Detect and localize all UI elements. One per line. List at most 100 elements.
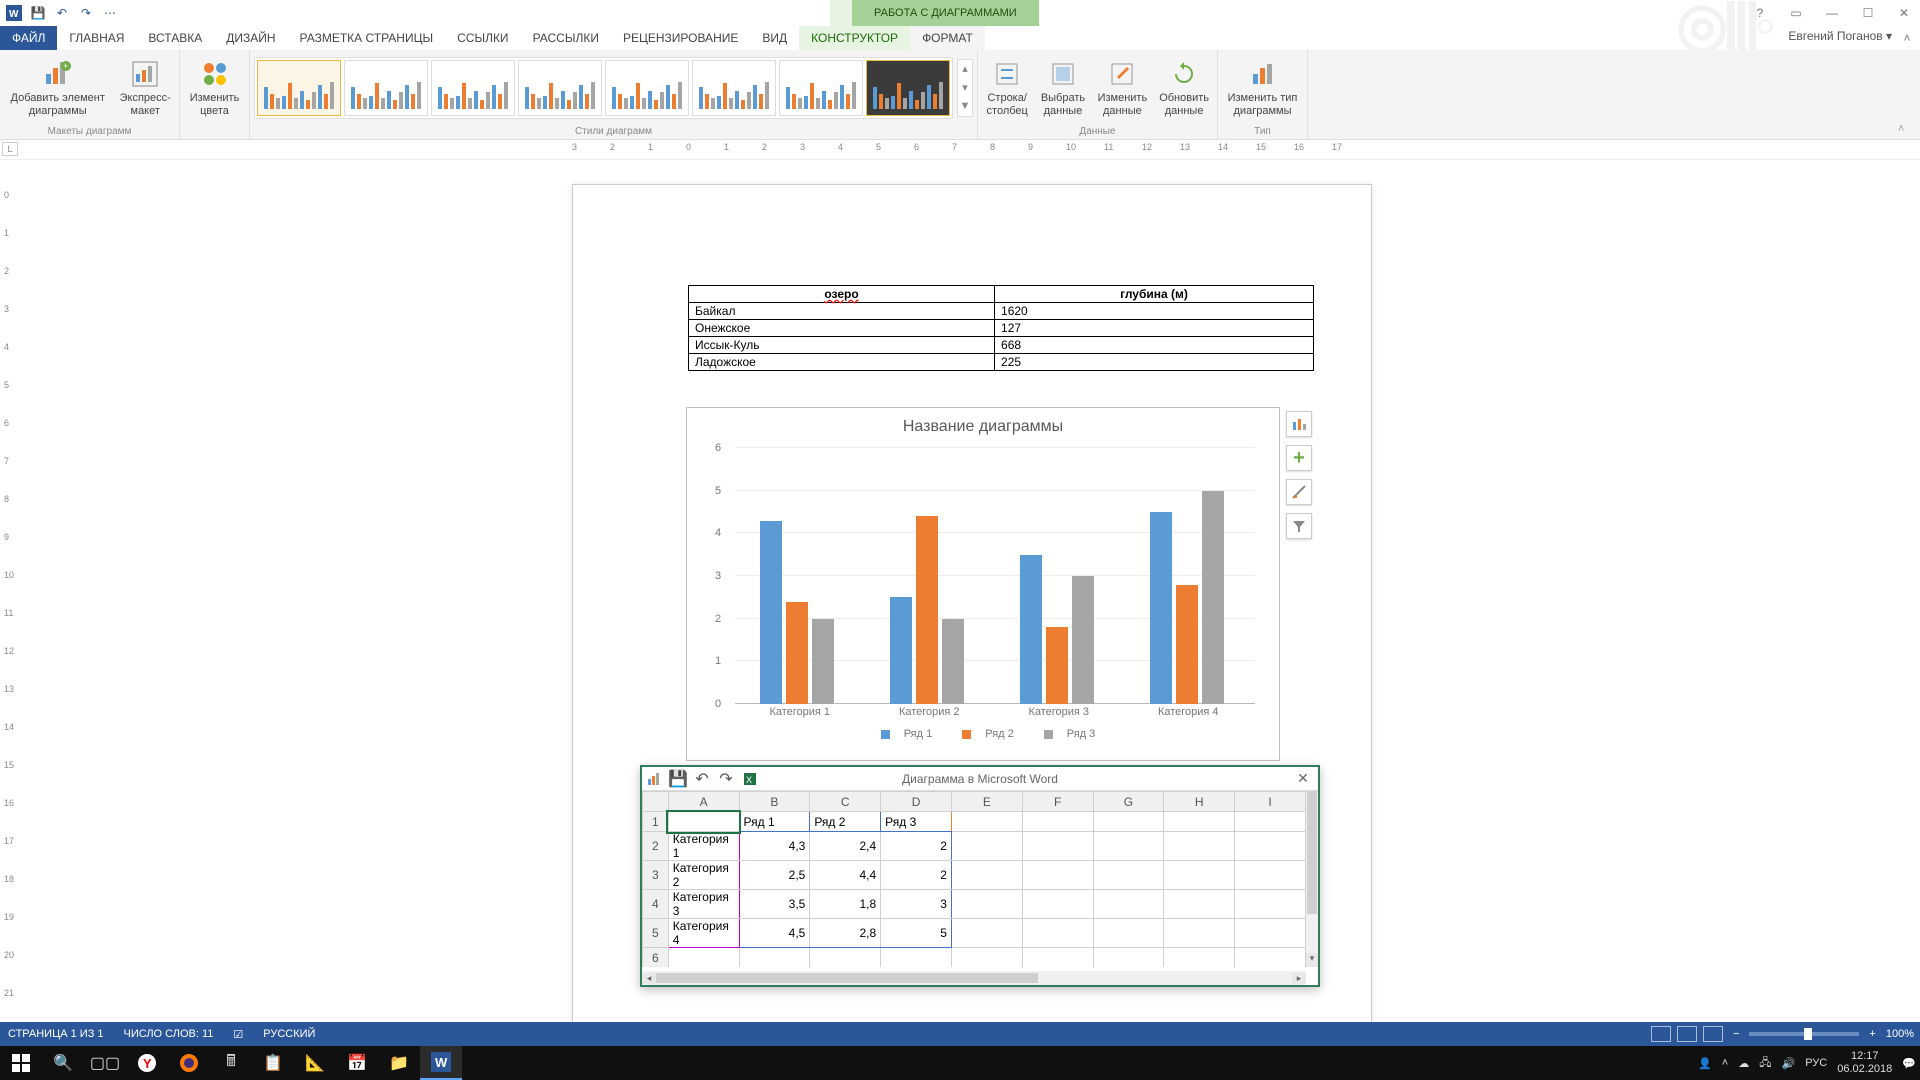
horizontal-ruler[interactable]: 32101234567891011121314151617: [572, 140, 1372, 160]
excel-open-icon[interactable]: X: [738, 768, 762, 790]
switch-row-col-button[interactable]: Строка/столбец: [982, 56, 1032, 118]
maximize-icon[interactable]: ☐: [1854, 2, 1882, 24]
chart-elements-button[interactable]: +: [1286, 445, 1312, 471]
tray-lang[interactable]: РУС: [1805, 1057, 1827, 1069]
view-print-icon[interactable]: [1677, 1026, 1697, 1042]
edit-data-button[interactable]: Изменить данные: [1094, 56, 1152, 118]
vertical-ruler[interactable]: 012345678910111213141516171819202122: [2, 160, 18, 1048]
chart-style-2[interactable]: [344, 60, 428, 116]
table-row[interactable]: Иссык-Куль668: [689, 337, 1314, 354]
search-icon[interactable]: 🔍: [42, 1046, 84, 1080]
start-button[interactable]: [0, 1046, 42, 1080]
select-data-button[interactable]: Выбрать данные: [1036, 56, 1089, 118]
table-row[interactable]: Онежское127: [689, 320, 1314, 337]
excel-save-icon[interactable]: 💾: [666, 768, 690, 790]
bar[interactable]: [1202, 491, 1224, 704]
tab-insert[interactable]: ВСТАВКА: [136, 26, 214, 50]
save-icon[interactable]: 💾: [28, 3, 48, 23]
calendar-icon[interactable]: 📅: [336, 1046, 378, 1080]
task-view-icon[interactable]: ▢▢: [84, 1046, 126, 1080]
sheet-row[interactable]: 3Категория 22,54,42: [643, 861, 1306, 890]
tab-layout[interactable]: РАЗМЕТКА СТРАНИЦЫ: [288, 26, 446, 50]
add-chart-element-button[interactable]: + Добавить элемент диаграммы: [4, 56, 111, 118]
status-language[interactable]: РУССКИЙ: [263, 1028, 315, 1040]
status-page[interactable]: СТРАНИЦА 1 ИЗ 1: [8, 1028, 104, 1040]
tray-network-icon[interactable]: 🖧: [1759, 1054, 1771, 1073]
yandex-browser-icon[interactable]: Y: [126, 1046, 168, 1080]
excel-hscroll[interactable]: ◂▸: [642, 971, 1306, 985]
qat-customize-icon[interactable]: ⋯: [100, 3, 120, 23]
gallery-more-icon[interactable]: ▼: [958, 97, 972, 116]
chart-style-7[interactable]: [779, 60, 863, 116]
chart-layout-options-button[interactable]: [1286, 411, 1312, 437]
chart-styles-button[interactable]: [1286, 479, 1312, 505]
excel-close-icon[interactable]: ✕: [1292, 770, 1314, 787]
tab-view[interactable]: ВИД: [750, 26, 799, 50]
word-taskbar-icon[interactable]: W: [420, 1046, 462, 1080]
status-words[interactable]: ЧИСЛО СЛОВ: 11: [124, 1028, 214, 1040]
bar[interactable]: [786, 602, 808, 704]
change-chart-type-button[interactable]: Изменить тип диаграммы: [1222, 56, 1303, 118]
tab-home[interactable]: ГЛАВНАЯ: [57, 26, 136, 50]
tab-references[interactable]: ССЫЛКИ: [445, 26, 520, 50]
sheet-row[interactable]: 4Категория 33,51,83: [643, 890, 1306, 919]
bar[interactable]: [890, 597, 912, 704]
quick-layout-button[interactable]: Экспресс-макет: [115, 56, 175, 118]
chart-title[interactable]: Название диаграммы: [687, 408, 1279, 440]
sheet-row[interactable]: 2Категория 14,32,42: [643, 832, 1306, 861]
chart-style-6[interactable]: [692, 60, 776, 116]
bar[interactable]: [1072, 576, 1094, 704]
sheet-row[interactable]: 5Категория 44,52,85: [643, 919, 1306, 948]
tray-volume-icon[interactable]: 🔊: [1782, 1057, 1796, 1070]
excel-chart-icon[interactable]: [642, 768, 666, 790]
app-icon-2[interactable]: 📐: [294, 1046, 336, 1080]
help-icon[interactable]: ?: [1746, 2, 1774, 24]
view-read-icon[interactable]: [1651, 1026, 1671, 1042]
chart-style-4[interactable]: [518, 60, 602, 116]
view-web-icon[interactable]: [1703, 1026, 1723, 1042]
explorer-icon[interactable]: 📁: [378, 1046, 420, 1080]
bar[interactable]: [1176, 585, 1198, 704]
excel-sheet[interactable]: ABCDEFGHI1Ряд 1Ряд 2Ряд 32Категория 14,3…: [642, 791, 1306, 967]
tray-onedrive-icon[interactable]: ☁: [1738, 1057, 1749, 1070]
gallery-up-icon[interactable]: ▴: [958, 60, 972, 79]
app-icon-1[interactable]: 📋: [252, 1046, 294, 1080]
tab-chart-format[interactable]: ФОРМАТ: [910, 26, 985, 50]
lakes-table[interactable]: озероглубина (м) Байкал1620Онежское127Ис…: [688, 285, 1314, 371]
calculator-icon[interactable]: 🖩: [210, 1046, 252, 1080]
chart-plot-area[interactable]: [735, 448, 1255, 704]
chart-legend[interactable]: Ряд 1Ряд 2Ряд 3: [687, 728, 1279, 742]
tab-design[interactable]: ДИЗАЙН: [214, 26, 287, 50]
chart-filters-button[interactable]: [1286, 513, 1312, 539]
tab-mailings[interactable]: РАССЫЛКИ: [521, 26, 611, 50]
zoom-out-icon[interactable]: −: [1733, 1028, 1739, 1040]
tab-selector[interactable]: L: [2, 142, 18, 156]
zoom-slider[interactable]: [1749, 1032, 1859, 1036]
change-colors-button[interactable]: Изменить цвета: [184, 56, 245, 118]
tray-clock[interactable]: 12:17 06.02.2018: [1837, 1050, 1892, 1075]
minimize-icon[interactable]: —: [1818, 2, 1846, 24]
undo-icon[interactable]: ↶: [52, 3, 72, 23]
refresh-data-button[interactable]: Обновить данные: [1155, 56, 1213, 118]
tab-file[interactable]: ФАЙЛ: [0, 26, 57, 50]
user-name[interactable]: Евгений Поганов ▾: [1788, 29, 1892, 43]
tab-review[interactable]: РЕЦЕНЗИРОВАНИЕ: [611, 26, 750, 50]
tray-notifications-icon[interactable]: 💬: [1902, 1057, 1916, 1070]
ribbon-display-icon[interactable]: ▭: [1782, 2, 1810, 24]
zoom-in-icon[interactable]: +: [1869, 1028, 1875, 1040]
ribbon-pin-icon[interactable]: ˄: [1898, 123, 1916, 137]
bar[interactable]: [916, 516, 938, 704]
collapse-ribbon-icon[interactable]: ˄: [1898, 29, 1916, 47]
redo-icon[interactable]: ↷: [76, 3, 96, 23]
chart-object[interactable]: Название диаграммы Категория 1Категория …: [686, 407, 1280, 761]
table-row[interactable]: Ладожское225: [689, 354, 1314, 371]
zoom-level[interactable]: 100%: [1886, 1028, 1914, 1040]
bar[interactable]: [812, 619, 834, 704]
bar[interactable]: [1150, 512, 1172, 704]
chart-style-3[interactable]: [431, 60, 515, 116]
bar[interactable]: [1046, 627, 1068, 704]
bar[interactable]: [942, 619, 964, 704]
tab-chart-design[interactable]: КОНСТРУКТОР: [799, 26, 910, 50]
tray-people-icon[interactable]: 👤: [1698, 1057, 1712, 1070]
excel-undo-icon[interactable]: ↶: [690, 768, 714, 790]
